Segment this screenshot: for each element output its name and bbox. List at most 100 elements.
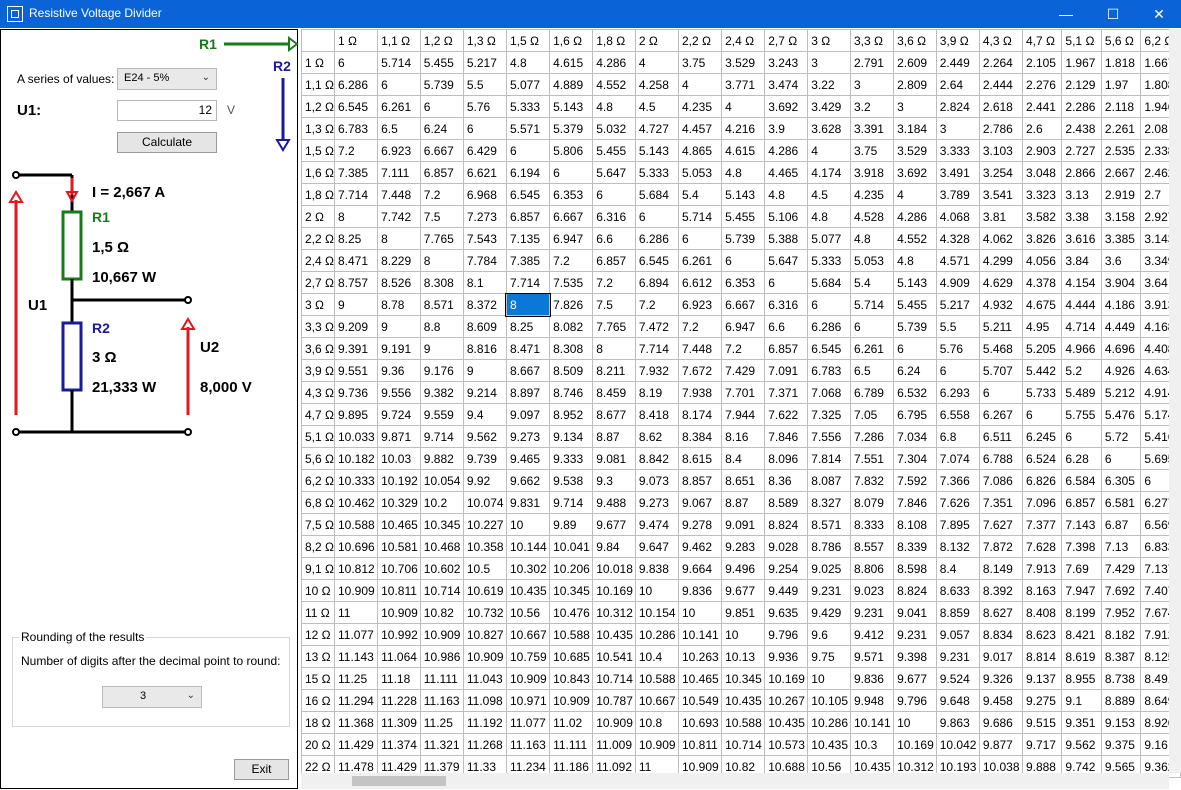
table-cell[interactable]: 8.339 xyxy=(893,535,937,558)
table-cell[interactable]: 3.22 xyxy=(807,73,851,96)
table-cell[interactable]: 9.382 xyxy=(419,381,464,404)
table-cell[interactable]: 7.535 xyxy=(549,271,594,294)
series-select[interactable]: E24 - 5% ⌄ xyxy=(117,68,217,90)
table-cell[interactable]: 5.684 xyxy=(807,271,851,294)
table-cell[interactable]: 1.818 xyxy=(1100,51,1142,74)
table-cell[interactable]: 10.714 xyxy=(721,733,766,756)
table-cell[interactable]: 10.4 xyxy=(634,645,679,668)
table-cell[interactable]: 6.947 xyxy=(721,315,766,338)
table-cell[interactable]: 10.333 xyxy=(333,469,379,492)
table-cell[interactable]: 7.938 xyxy=(677,381,723,404)
table-cell[interactable]: 10.144 xyxy=(505,535,551,558)
table-cell[interactable]: 8.408 xyxy=(1021,601,1063,624)
table-cell[interactable]: 10.909 xyxy=(634,733,679,756)
table-cell[interactable]: 8.229 xyxy=(377,249,421,272)
table-cell[interactable]: 9.736 xyxy=(333,381,379,404)
table-cell[interactable]: 9.562 xyxy=(462,425,507,448)
table-cell[interactable]: 9.097 xyxy=(505,403,551,426)
table-cell[interactable]: 6.857 xyxy=(505,205,551,228)
table-cell[interactable]: 9.028 xyxy=(764,535,809,558)
table-cell[interactable]: 10.909 xyxy=(462,645,507,668)
row-header[interactable]: 10 Ω xyxy=(301,579,335,602)
table-cell[interactable]: 4.328 xyxy=(935,227,980,250)
table-cell[interactable]: 9.831 xyxy=(505,491,551,514)
column-header[interactable]: 2,2 Ω xyxy=(677,29,723,52)
table-cell[interactable]: 2.866 xyxy=(1061,161,1102,184)
table-cell[interactable]: 9.92 xyxy=(462,469,507,492)
table-cell[interactable]: 9.391 xyxy=(333,337,379,360)
table-cell[interactable]: 5.739 xyxy=(893,315,937,338)
table-cell[interactable]: 7.429 xyxy=(721,359,766,382)
table-cell[interactable]: 7.672 xyxy=(677,359,723,382)
table-cell[interactable]: 7.932 xyxy=(634,359,679,382)
table-cell[interactable]: 5.2 xyxy=(1061,359,1102,382)
column-header[interactable]: 3,3 Ω xyxy=(849,29,895,52)
table-cell[interactable]: 5.143 xyxy=(721,183,766,206)
table-cell[interactable]: 5.714 xyxy=(849,293,895,316)
table-cell[interactable]: 4.8 xyxy=(592,95,636,118)
table-cell[interactable]: 9.278 xyxy=(677,513,723,536)
table-cell[interactable]: 3.9 xyxy=(764,117,809,140)
table-cell[interactable]: 7.832 xyxy=(849,469,895,492)
table-cell[interactable]: 8.571 xyxy=(807,513,851,536)
row-header[interactable]: 3,3 Ω xyxy=(301,315,335,338)
table-cell[interactable]: 10.435 xyxy=(807,733,851,756)
table-cell[interactable]: 4.235 xyxy=(677,95,723,118)
table-cell[interactable]: 6.783 xyxy=(807,359,851,382)
table-cell[interactable]: 8.211 xyxy=(592,359,636,382)
table-cell[interactable]: 6.968 xyxy=(462,183,507,206)
table-cell[interactable]: 6.429 xyxy=(462,139,507,162)
table-cell[interactable]: 2.286 xyxy=(1061,95,1102,118)
table-cell[interactable]: 10.696 xyxy=(333,535,379,558)
table-cell[interactable]: 9.3 xyxy=(592,469,636,492)
table-cell[interactable]: 3.491 xyxy=(935,161,980,184)
table-cell[interactable]: 6.316 xyxy=(764,293,809,316)
table-cell[interactable]: 9.1 xyxy=(1061,689,1102,712)
table-cell[interactable]: 7.826 xyxy=(549,293,594,316)
table-cell[interactable]: 5.333 xyxy=(634,161,679,184)
table-cell[interactable]: 11.098 xyxy=(462,689,507,712)
table-cell[interactable]: 9.057 xyxy=(935,623,980,646)
table-cell[interactable]: 8.557 xyxy=(849,535,895,558)
table-cell[interactable]: 10.541 xyxy=(592,645,636,668)
table-cell[interactable]: 3 xyxy=(893,95,937,118)
table-cell[interactable]: 10.714 xyxy=(592,667,636,690)
table-cell[interactable]: 8.824 xyxy=(764,513,809,536)
table-cell[interactable]: 8.814 xyxy=(1021,645,1063,668)
table-cell[interactable]: 9.023 xyxy=(849,579,895,602)
table-cell[interactable]: 5.143 xyxy=(549,95,594,118)
table-cell[interactable]: 8.62 xyxy=(634,425,679,448)
table-cell[interactable]: 2.129 xyxy=(1061,73,1102,96)
table-cell[interactable]: 7.143 xyxy=(1061,513,1102,536)
horizontal-scroll-thumb[interactable] xyxy=(352,776,446,786)
table-cell[interactable]: 8.757 xyxy=(333,271,379,294)
table-cell[interactable]: 11.143 xyxy=(333,645,379,668)
table-cell[interactable]: 11.294 xyxy=(333,689,379,712)
table-cell[interactable]: 9.326 xyxy=(978,667,1023,690)
table-cell[interactable]: 4.675 xyxy=(1021,293,1063,316)
table-cell[interactable]: 6.581 xyxy=(1100,491,1142,514)
table-cell[interactable]: 8.859 xyxy=(935,601,980,624)
table-cell[interactable]: 6.87 xyxy=(1100,513,1142,536)
table-cell[interactable]: 4.235 xyxy=(849,183,895,206)
table-cell[interactable]: 7.111 xyxy=(377,161,421,184)
table-cell[interactable]: 4.615 xyxy=(721,139,766,162)
table-cell[interactable]: 6 xyxy=(764,271,809,294)
table-cell[interactable]: 10.811 xyxy=(377,579,421,602)
table-cell[interactable]: 7.366 xyxy=(935,469,980,492)
table-cell[interactable]: 7.742 xyxy=(377,205,421,228)
table-cell[interactable]: 9.231 xyxy=(807,579,851,602)
table-cell[interactable]: 10.909 xyxy=(592,711,636,734)
table-cell[interactable]: 8.308 xyxy=(549,337,594,360)
table-cell[interactable]: 2.535 xyxy=(1100,139,1142,162)
table-cell[interactable]: 4.154 xyxy=(1061,271,1102,294)
table-cell[interactable]: 6 xyxy=(377,73,421,96)
table-cell[interactable]: 3.158 xyxy=(1100,205,1142,228)
table-cell[interactable]: 5.143 xyxy=(893,271,937,294)
table-cell[interactable]: 5.733 xyxy=(1021,381,1063,404)
table-cell[interactable]: 6.923 xyxy=(377,139,421,162)
table-cell[interactable]: 6.545 xyxy=(634,249,679,272)
table-cell[interactable]: 5.806 xyxy=(549,139,594,162)
table-cell[interactable]: 3.789 xyxy=(935,183,980,206)
table-cell[interactable]: 7.872 xyxy=(978,535,1023,558)
